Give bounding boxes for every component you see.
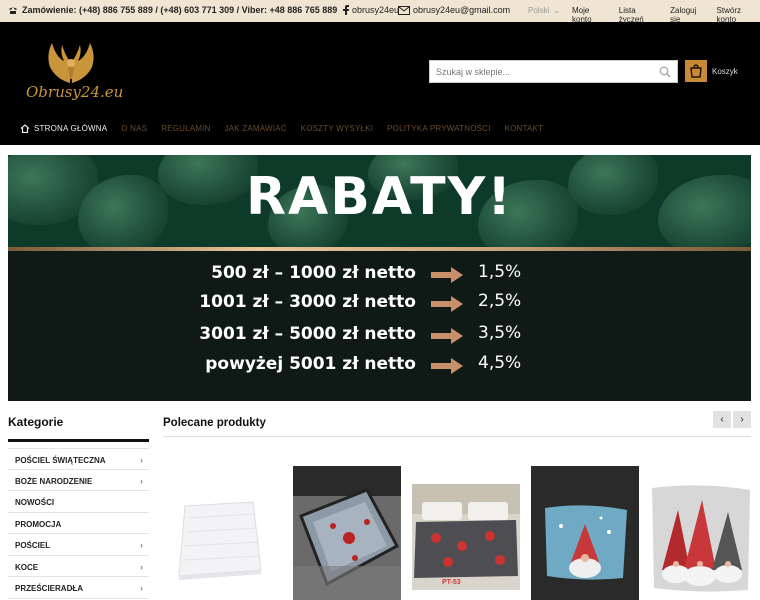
discount-percent: 2,5% <box>478 291 522 311</box>
chevron-right-icon: › <box>140 561 143 572</box>
cart-bag <box>685 60 707 82</box>
eagle-logo-icon <box>48 43 94 83</box>
nav-privacy[interactable]: Polityka prywatności <box>387 124 490 133</box>
category-item[interactable]: POŚCIEL ŚWIĄTECZNA › <box>8 448 149 470</box>
nav-about[interactable]: O nas <box>121 124 147 133</box>
category-item[interactable]: PRZEŚCIERADŁA › <box>8 577 149 599</box>
product-card[interactable] <box>163 466 271 600</box>
arrow-right-icon <box>431 296 463 312</box>
product-image <box>293 466 401 600</box>
chevron-right-icon: › <box>140 475 143 486</box>
phone-text: Zamówienie: (+48) 886 755 889 / (+48) 60… <box>22 5 338 15</box>
logo[interactable]: Obrusy24.eu <box>26 39 123 104</box>
discount-row: 500 zł – 1000 zł netto 1,5% <box>8 259 751 289</box>
category-label: POŚCIEL <box>15 541 51 550</box>
email-link[interactable]: obrusy24eu@gmail.com <box>398 5 510 15</box>
arrow-right-icon <box>431 328 463 344</box>
product-image <box>531 466 639 600</box>
nav-how-to-order[interactable]: Jak zamawiać <box>225 124 287 133</box>
carousel-controls: ‹ › <box>713 411 751 428</box>
search-box <box>429 60 678 83</box>
category-item[interactable]: KOCE › <box>8 556 149 577</box>
envelope-icon <box>398 5 410 15</box>
cart-button[interactable]: Koszyk <box>685 60 738 82</box>
featured-products-header: Polecane produkty ‹ › <box>163 411 751 437</box>
nav-contact[interactable]: Kontakt <box>505 124 544 133</box>
category-item[interactable]: PROMOCJA <box>8 513 149 534</box>
phone-icon <box>9 7 17 14</box>
language-label: Polski <box>528 6 550 15</box>
product-image: PT-53 <box>412 484 520 590</box>
banner-title: RABATY! <box>246 167 513 227</box>
promo-banner[interactable]: RABATY! 500 zł – 1000 zł netto 1,5% 1001… <box>8 155 751 401</box>
language-select[interactable]: Polski ⌄ <box>528 6 560 15</box>
carousel-prev-button[interactable]: ‹ <box>713 411 731 428</box>
nav-home[interactable]: Strona główna <box>20 124 107 133</box>
chevron-down-icon: ⌄ <box>553 6 561 15</box>
discount-range: powyżej 5001 zł netto <box>205 354 416 374</box>
banner-divider <box>8 247 751 251</box>
header: Obrusy24.eu Koszyk Strona główna O nas R… <box>0 22 760 145</box>
product-badge: PT-53 <box>442 579 461 586</box>
featured-products-heading: Polecane produkty <box>163 417 266 429</box>
category-item[interactable]: POŚCIEL › <box>8 534 149 556</box>
category-label: PRZEŚCIERADŁA <box>15 584 84 593</box>
discount-range: 3001 zł – 5000 zł netto <box>199 324 416 344</box>
category-label: NOWOŚCI <box>15 498 55 507</box>
chevron-right-icon: › <box>140 540 143 550</box>
discount-percent: 4,5% <box>478 353 522 373</box>
top-bar: Zamówienie: (+48) 886 755 889 / (+48) 60… <box>0 0 760 24</box>
discount-row: powyżej 5001 zł netto 4,5% <box>8 350 751 380</box>
chevron-right-icon: › <box>140 583 143 593</box>
category-label: POŚCIEL ŚWIĄTECZNA <box>15 456 106 465</box>
arrow-right-icon <box>431 358 463 374</box>
nav-home-label: Strona główna <box>34 124 108 133</box>
chevron-right-icon: › <box>140 455 143 465</box>
discount-range: 1001 zł – 3000 zł netto <box>199 292 416 312</box>
facebook-link[interactable]: obrusy24eu <box>343 5 399 15</box>
discount-row: 1001 zł – 3000 zł netto 2,5% <box>8 288 751 318</box>
shopping-bag-icon <box>690 64 702 78</box>
logo-text: Obrusy24.eu <box>26 83 124 101</box>
carousel-next-button[interactable]: › <box>733 411 751 428</box>
product-card[interactable] <box>293 466 401 600</box>
product-image <box>178 501 262 580</box>
cart-label: Koszyk <box>712 67 738 76</box>
category-label: KOCE <box>15 562 39 572</box>
search-input[interactable] <box>430 61 650 82</box>
product-image <box>652 485 750 592</box>
category-label: BOŻE NARODZENIE <box>15 476 93 486</box>
product-card[interactable] <box>650 466 758 600</box>
discount-range: 500 zł – 1000 zł netto <box>211 263 416 283</box>
product-card[interactable] <box>531 466 639 600</box>
category-item[interactable]: NOWOŚCI <box>8 491 149 513</box>
nav-terms[interactable]: Regulamin <box>161 124 210 133</box>
nav-shipping[interactable]: Koszty wysyłki <box>301 124 373 133</box>
search-icon[interactable] <box>659 66 671 78</box>
facebook-icon <box>343 5 349 15</box>
discount-row: 3001 zł – 5000 zł netto 3,5% <box>8 320 751 350</box>
main-nav: Strona główna O nas Regulamin Jak zamawi… <box>20 124 557 133</box>
facebook-text: obrusy24eu <box>352 5 400 15</box>
email-text: obrusy24eu@gmail.com <box>413 5 511 15</box>
categories-sidebar: Kategorie POŚCIEL ŚWIĄTECZNA › BOŻE NARO… <box>8 412 149 599</box>
discount-percent: 1,5% <box>478 262 522 282</box>
banner-leaves: RABATY! <box>8 155 751 247</box>
home-icon <box>20 124 30 133</box>
categories-heading: Kategorie <box>8 412 149 442</box>
arrow-right-icon <box>431 267 463 283</box>
category-label: PROMOCJA <box>15 519 62 529</box>
category-item[interactable]: BOŻE NARODZENIE › <box>8 470 149 491</box>
product-card[interactable]: PT-53 <box>412 466 520 600</box>
discount-percent: 3,5% <box>478 323 522 343</box>
phone-info: Zamówienie: (+48) 886 755 889 / (+48) 60… <box>8 5 337 15</box>
